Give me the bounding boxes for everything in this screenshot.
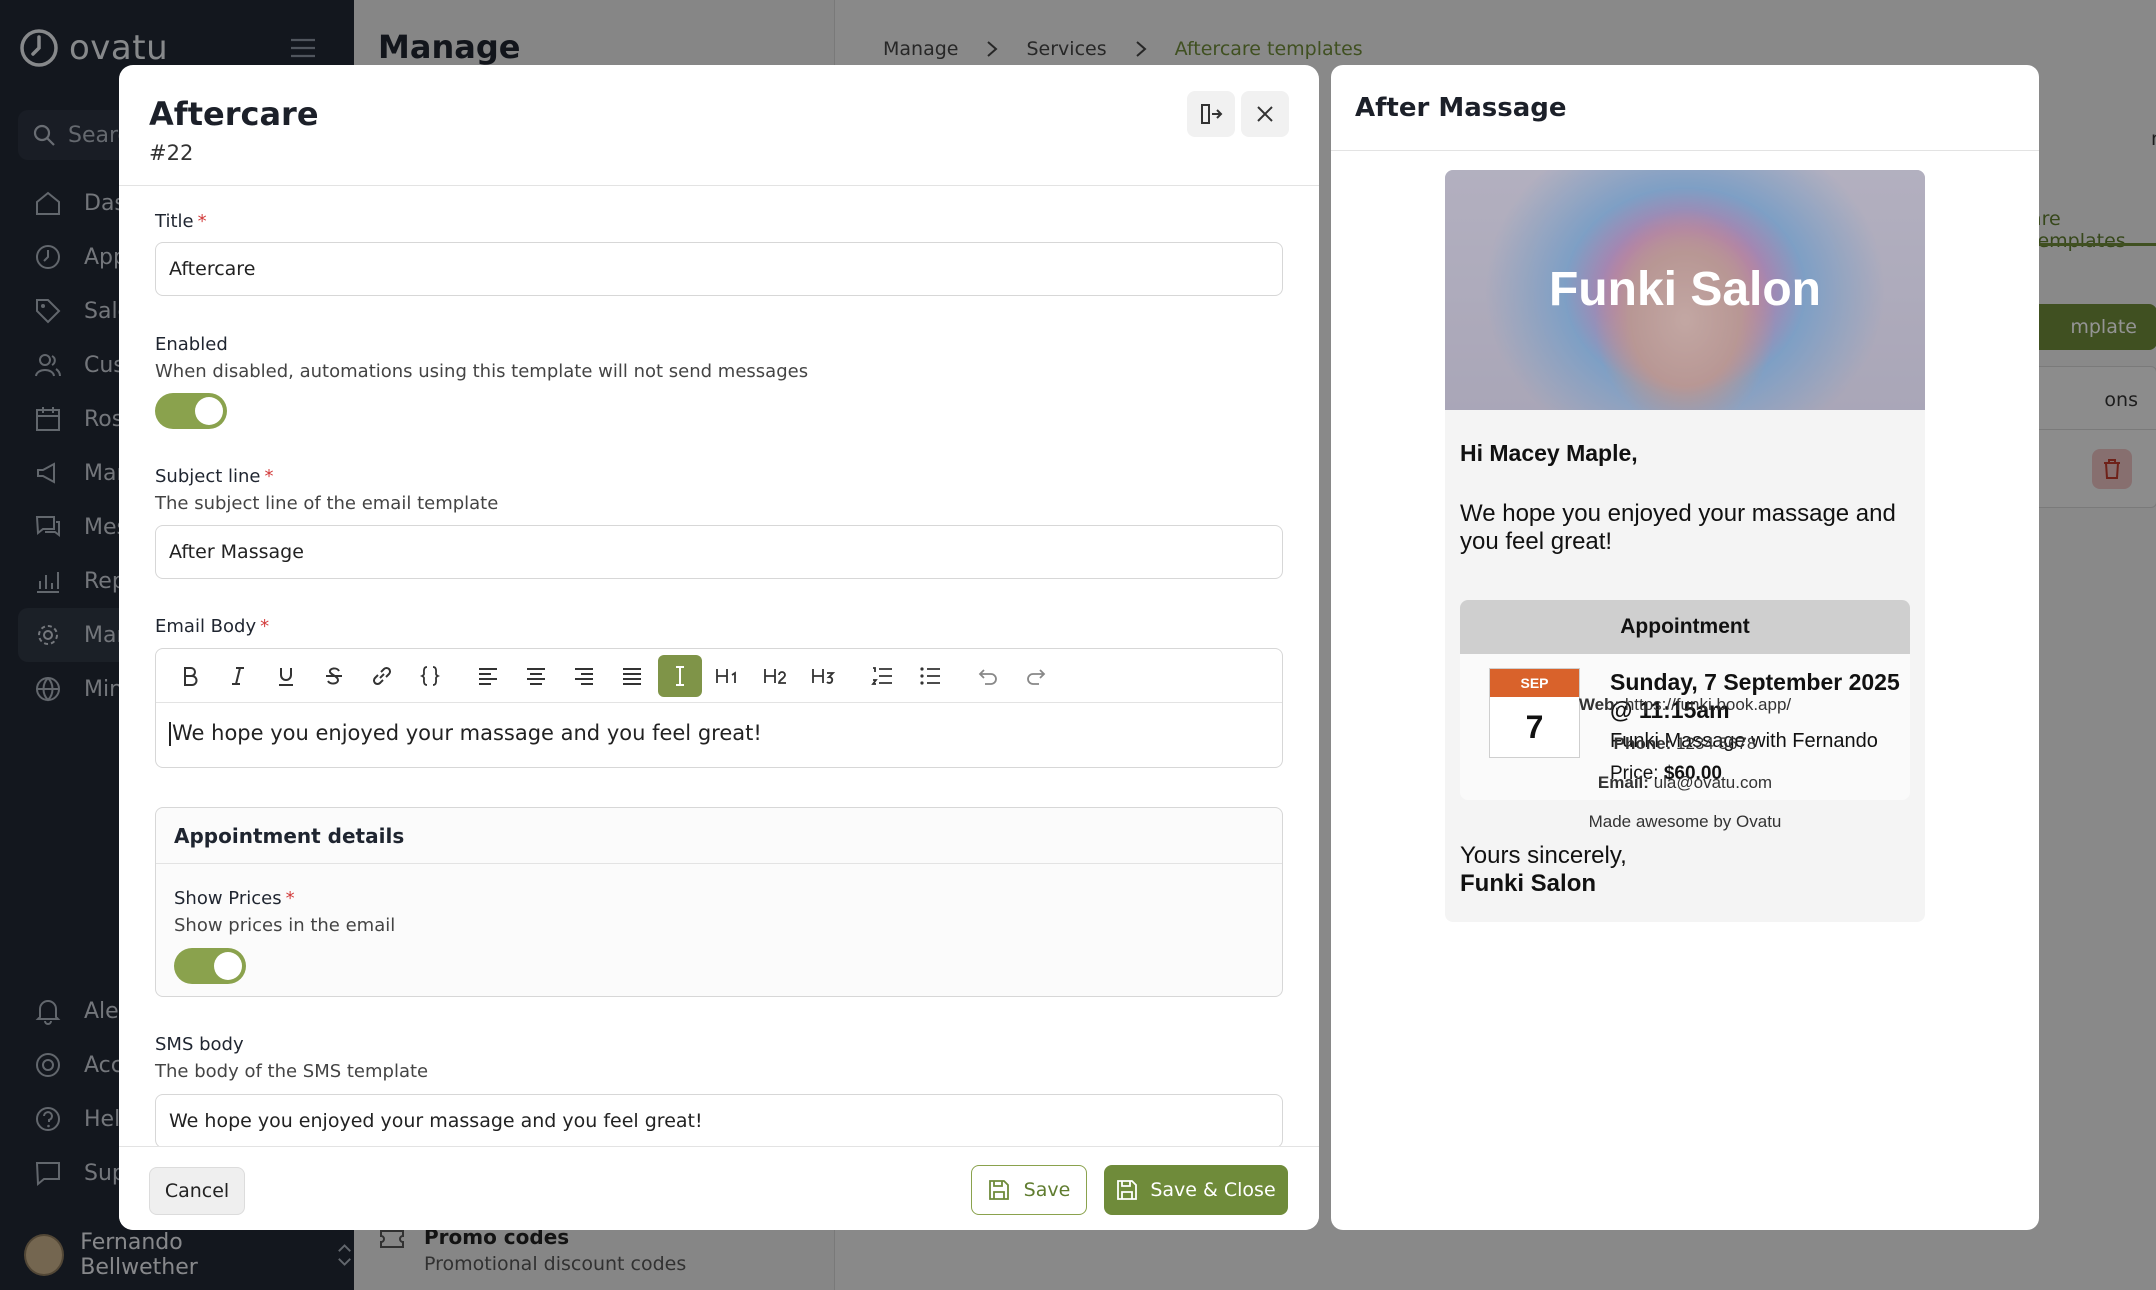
- rich-text-editor: We hope you enjoyed your massage and you…: [155, 648, 1283, 768]
- appointment-heading: Appointment: [1460, 600, 1910, 654]
- show-prices-help: Show prices in the email: [174, 915, 396, 936]
- hero-image: Funki Salon: [1445, 170, 1925, 410]
- braces-icon: [419, 665, 441, 686]
- editor-toolbar: [156, 649, 1282, 703]
- italic-button[interactable]: [216, 655, 260, 697]
- modal-title: Aftercare: [149, 95, 319, 133]
- link-icon: [372, 666, 392, 685]
- record-id: #22: [149, 141, 194, 165]
- strikethrough-icon: [326, 667, 342, 684]
- save-label: Save: [1023, 1179, 1071, 1201]
- justify-button[interactable]: [610, 655, 654, 697]
- show-prices-label: Show Prices *: [174, 888, 295, 909]
- save-button[interactable]: Save: [971, 1165, 1087, 1215]
- title-label: Title *: [155, 211, 207, 232]
- subject-label: Subject line *: [155, 466, 274, 487]
- email-body-text: We hope you enjoyed your massage and you…: [172, 721, 762, 745]
- sms-body-help: The body of the SMS template: [155, 1061, 429, 1082]
- footer-email: Email: ula@ovatu.com: [1597, 773, 1773, 792]
- italic-icon: [232, 666, 244, 685]
- footer-made-by: Made awesome by Ovatu: [1588, 812, 1782, 831]
- bold-icon: [184, 666, 198, 686]
- email-link[interactable]: ula@ovatu.com: [1654, 773, 1772, 792]
- appointment-details-card: Appointment details Show Prices * Show pr…: [155, 807, 1283, 997]
- footer-phone: Phone: 1234 5678: [1613, 734, 1757, 753]
- email-greeting: Hi Macey Maple,: [1460, 440, 1638, 466]
- web-link[interactable]: https://funki.book.app/: [1625, 695, 1791, 714]
- align-center-button[interactable]: [514, 655, 558, 697]
- heading-3-button[interactable]: [802, 655, 846, 697]
- panel-exit-icon: [1201, 104, 1223, 124]
- title-input[interactable]: Aftercare: [155, 242, 1283, 296]
- underline-button[interactable]: [264, 655, 308, 697]
- save-icon: [988, 1180, 1009, 1200]
- underline-icon: [279, 667, 293, 686]
- email-preview: Funki Salon Hi Macey Maple, We hope you …: [1445, 170, 1925, 922]
- signoff-name: Funki Salon: [1460, 870, 1597, 897]
- toggle-preview-button[interactable]: [1187, 91, 1235, 137]
- bullet-list-button[interactable]: [908, 655, 952, 697]
- link-button[interactable]: [360, 655, 404, 697]
- close-button[interactable]: [1241, 91, 1289, 137]
- calendar-month: SEP: [1490, 669, 1579, 697]
- modal-header: Aftercare #22: [119, 65, 1319, 186]
- heading-1-icon: [716, 668, 736, 683]
- undo-button[interactable]: [966, 655, 1010, 697]
- ordered-list-button[interactable]: [860, 655, 904, 697]
- subject-help: The subject line of the email template: [155, 493, 499, 514]
- save-and-close-label: Save & Close: [1150, 1179, 1276, 1201]
- email-body-label: Email Body *: [155, 616, 270, 637]
- text-caret: [169, 722, 171, 746]
- subject-input[interactable]: After Massage: [155, 525, 1283, 579]
- enabled-toggle[interactable]: [155, 393, 227, 429]
- strikethrough-button[interactable]: [312, 655, 356, 697]
- cancel-button[interactable]: Cancel: [149, 1167, 245, 1215]
- modal-footer: Cancel Save Save & Close: [119, 1146, 1319, 1230]
- align-left-button[interactable]: [466, 655, 510, 697]
- bullet-list-icon: [920, 666, 940, 685]
- footer-web: Web: https://funki.book.app/: [1578, 695, 1792, 714]
- heading-2-icon: [764, 668, 786, 684]
- justify-icon: [623, 667, 641, 685]
- italic-format-button[interactable]: [658, 654, 702, 697]
- template-editor-modal: Aftercare #22 Title * Aftercare Enabled W…: [119, 65, 1319, 1230]
- ordered-list-icon: [871, 666, 892, 685]
- email-signoff: Yours sincerely, Funki Salon: [1460, 842, 1627, 897]
- show-prices-toggle[interactable]: [174, 948, 246, 984]
- email-message: We hope you enjoyed your massage and you…: [1460, 500, 1896, 555]
- bold-button[interactable]: [168, 655, 212, 697]
- email-preview-panel: After Massage Funki Salon Hi Macey Maple…: [1331, 65, 2039, 1230]
- close-icon: [1257, 106, 1273, 122]
- heading-1-button[interactable]: [706, 655, 750, 697]
- save-and-close-button[interactable]: Save & Close: [1104, 1165, 1288, 1215]
- text-cursor-icon: [676, 665, 684, 686]
- preview-title: After Massage: [1331, 65, 2039, 151]
- enabled-help: When disabled, automations using this te…: [155, 361, 809, 382]
- appointment-details-heading: Appointment details: [156, 808, 1282, 864]
- undo-icon: [978, 668, 997, 685]
- align-right-icon: [575, 667, 593, 685]
- align-center-icon: [527, 667, 545, 685]
- sms-body-input[interactable]: We hope you enjoyed your massage and you…: [155, 1094, 1283, 1148]
- heading-2-button[interactable]: [754, 655, 798, 697]
- hero-title: Funki Salon: [1548, 263, 1821, 316]
- save-icon: [1117, 1180, 1138, 1200]
- sms-body-label: SMS body: [155, 1034, 244, 1055]
- heading-3-icon: [812, 668, 836, 684]
- email-body-content[interactable]: We hope you enjoyed your massage and you…: [169, 721, 762, 746]
- code-button[interactable]: [408, 655, 452, 697]
- redo-button[interactable]: [1014, 655, 1058, 697]
- align-right-button[interactable]: [562, 655, 606, 697]
- redo-icon: [1027, 668, 1046, 685]
- enabled-label: Enabled: [155, 334, 228, 355]
- align-left-icon: [479, 667, 497, 685]
